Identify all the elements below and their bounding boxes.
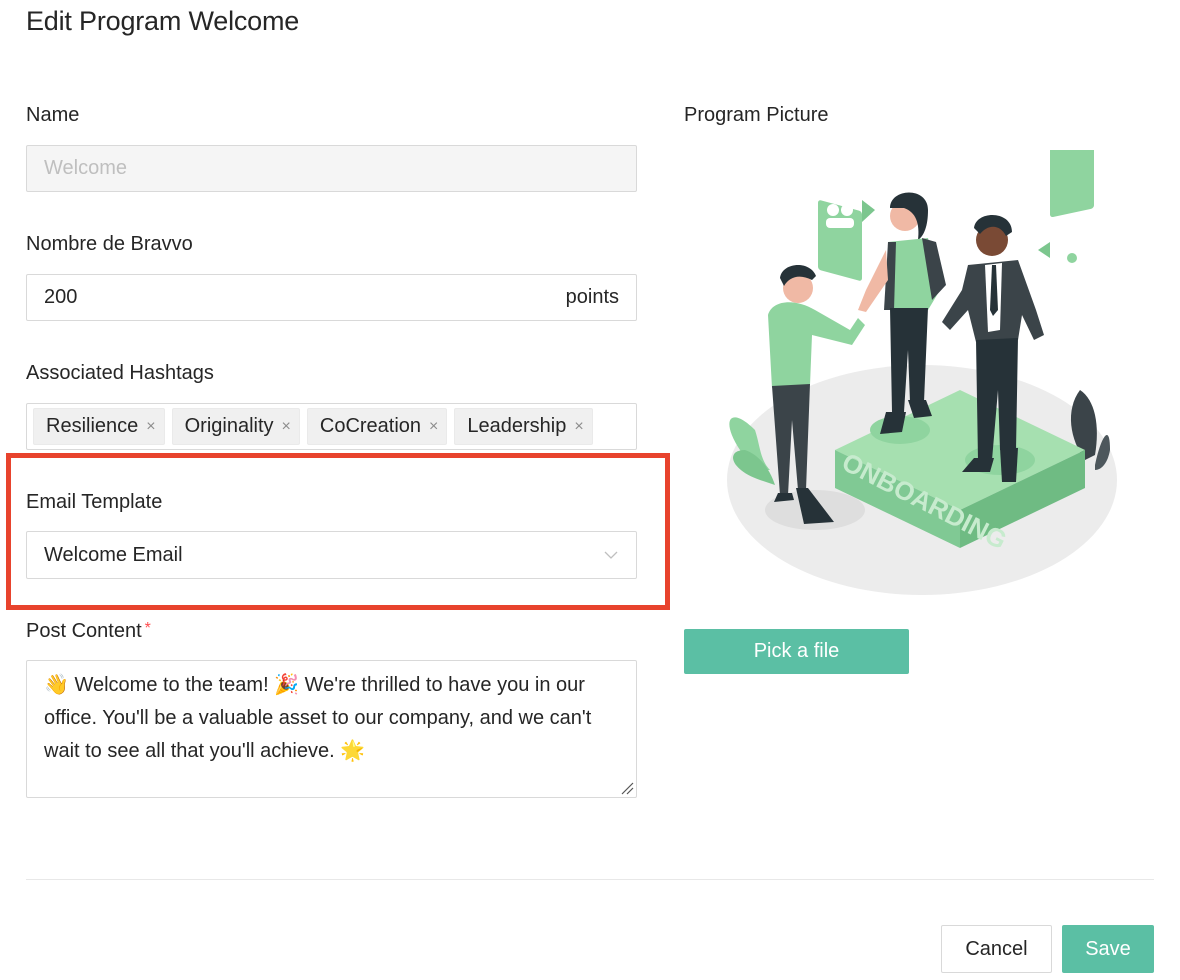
- name-label: Name: [26, 104, 80, 126]
- page-title: Edit Program Welcome: [26, 6, 300, 36]
- program-picture-label: Program Picture: [684, 104, 829, 126]
- close-icon[interactable]: ×: [429, 418, 438, 436]
- close-icon[interactable]: ×: [574, 418, 583, 436]
- bravvo-value: 200: [44, 286, 78, 308]
- bravvo-points-input[interactable]: 200 points: [26, 274, 637, 321]
- hashtag-label: Leadership: [467, 415, 567, 437]
- footer-divider: [26, 879, 1154, 880]
- hashtag-tag: Leadership ×: [454, 408, 593, 445]
- hashtag-tag: CoCreation ×: [306, 408, 448, 445]
- close-icon[interactable]: ×: [146, 418, 155, 436]
- post-content-value: 👋 Welcome to the team! 🎉 We're thrilled …: [44, 674, 592, 762]
- hashtags-select[interactable]: Resilience × Originality × CoCreation × …: [26, 403, 637, 450]
- hashtag-label: Originality: [184, 415, 274, 437]
- onboarding-illustration: ONBOARDING: [727, 150, 1117, 595]
- close-icon[interactable]: ×: [282, 418, 291, 436]
- hashtags-label: Associated Hashtags: [26, 362, 214, 384]
- hashtag-tag: Originality ×: [171, 408, 300, 445]
- name-value: Welcome: [44, 157, 127, 179]
- post-content-textarea[interactable]: 👋 Welcome to the team! 🎉 We're thrilled …: [26, 660, 637, 798]
- resize-handle-icon[interactable]: [620, 781, 634, 795]
- post-content-label-text: Post Content: [26, 620, 142, 642]
- hashtag-label: Resilience: [46, 415, 139, 437]
- post-content-label: Post Content *: [26, 620, 151, 643]
- save-button[interactable]: Save: [1062, 925, 1154, 973]
- highlight-box: [6, 453, 670, 610]
- hashtag-label: CoCreation: [319, 415, 422, 437]
- hashtag-tag: Resilience ×: [33, 408, 165, 445]
- required-mark: *: [144, 620, 151, 637]
- points-suffix: points: [565, 286, 619, 308]
- bravvo-label: Nombre de Bravvo: [26, 233, 193, 255]
- cancel-button[interactable]: Cancel: [941, 925, 1052, 973]
- name-input: Welcome: [26, 145, 637, 192]
- pick-file-button[interactable]: Pick a file: [684, 629, 909, 674]
